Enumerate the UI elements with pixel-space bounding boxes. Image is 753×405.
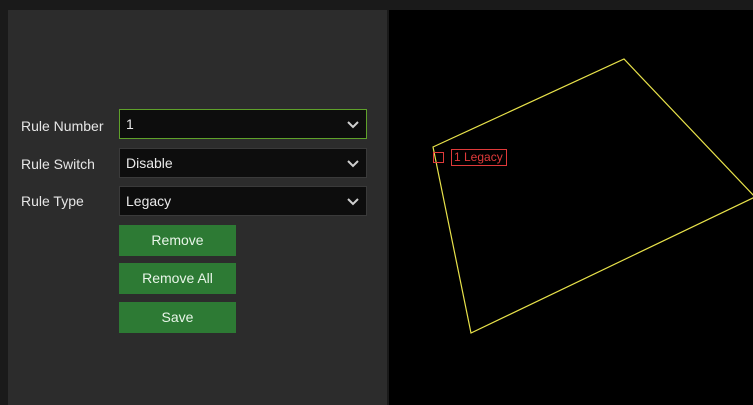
rule-type-value: Legacy xyxy=(126,193,172,209)
rule-switch-value: Disable xyxy=(126,155,173,171)
save-button[interactable]: Save xyxy=(119,302,236,333)
rule-number-label: Rule Number xyxy=(21,118,104,134)
rule-number-value: 1 xyxy=(126,116,134,132)
rule-switch-label: Rule Switch xyxy=(21,156,95,172)
rule-switch-select[interactable]: Disable xyxy=(119,148,367,178)
chevron-down-icon[interactable] xyxy=(340,187,366,215)
region-label: 1 Legacy xyxy=(451,149,507,166)
remove-button[interactable]: Remove xyxy=(119,225,236,256)
square-handle-icon[interactable] xyxy=(433,152,444,163)
rule-settings-panel: Rule Number 1 Rule Switch Disable Rule T… xyxy=(8,10,387,405)
rule-type-label: Rule Type xyxy=(21,193,84,209)
detection-region-canvas[interactable] xyxy=(389,10,753,405)
rule-number-select[interactable]: 1 xyxy=(119,109,367,139)
rule-type-select[interactable]: Legacy xyxy=(119,186,367,216)
chevron-down-icon[interactable] xyxy=(340,110,366,138)
camera-preview[interactable]: 1 Legacy xyxy=(389,10,753,405)
detection-region-polygon xyxy=(432,58,753,334)
remove-all-button[interactable]: Remove All xyxy=(119,263,236,294)
chevron-down-icon[interactable] xyxy=(340,149,366,177)
